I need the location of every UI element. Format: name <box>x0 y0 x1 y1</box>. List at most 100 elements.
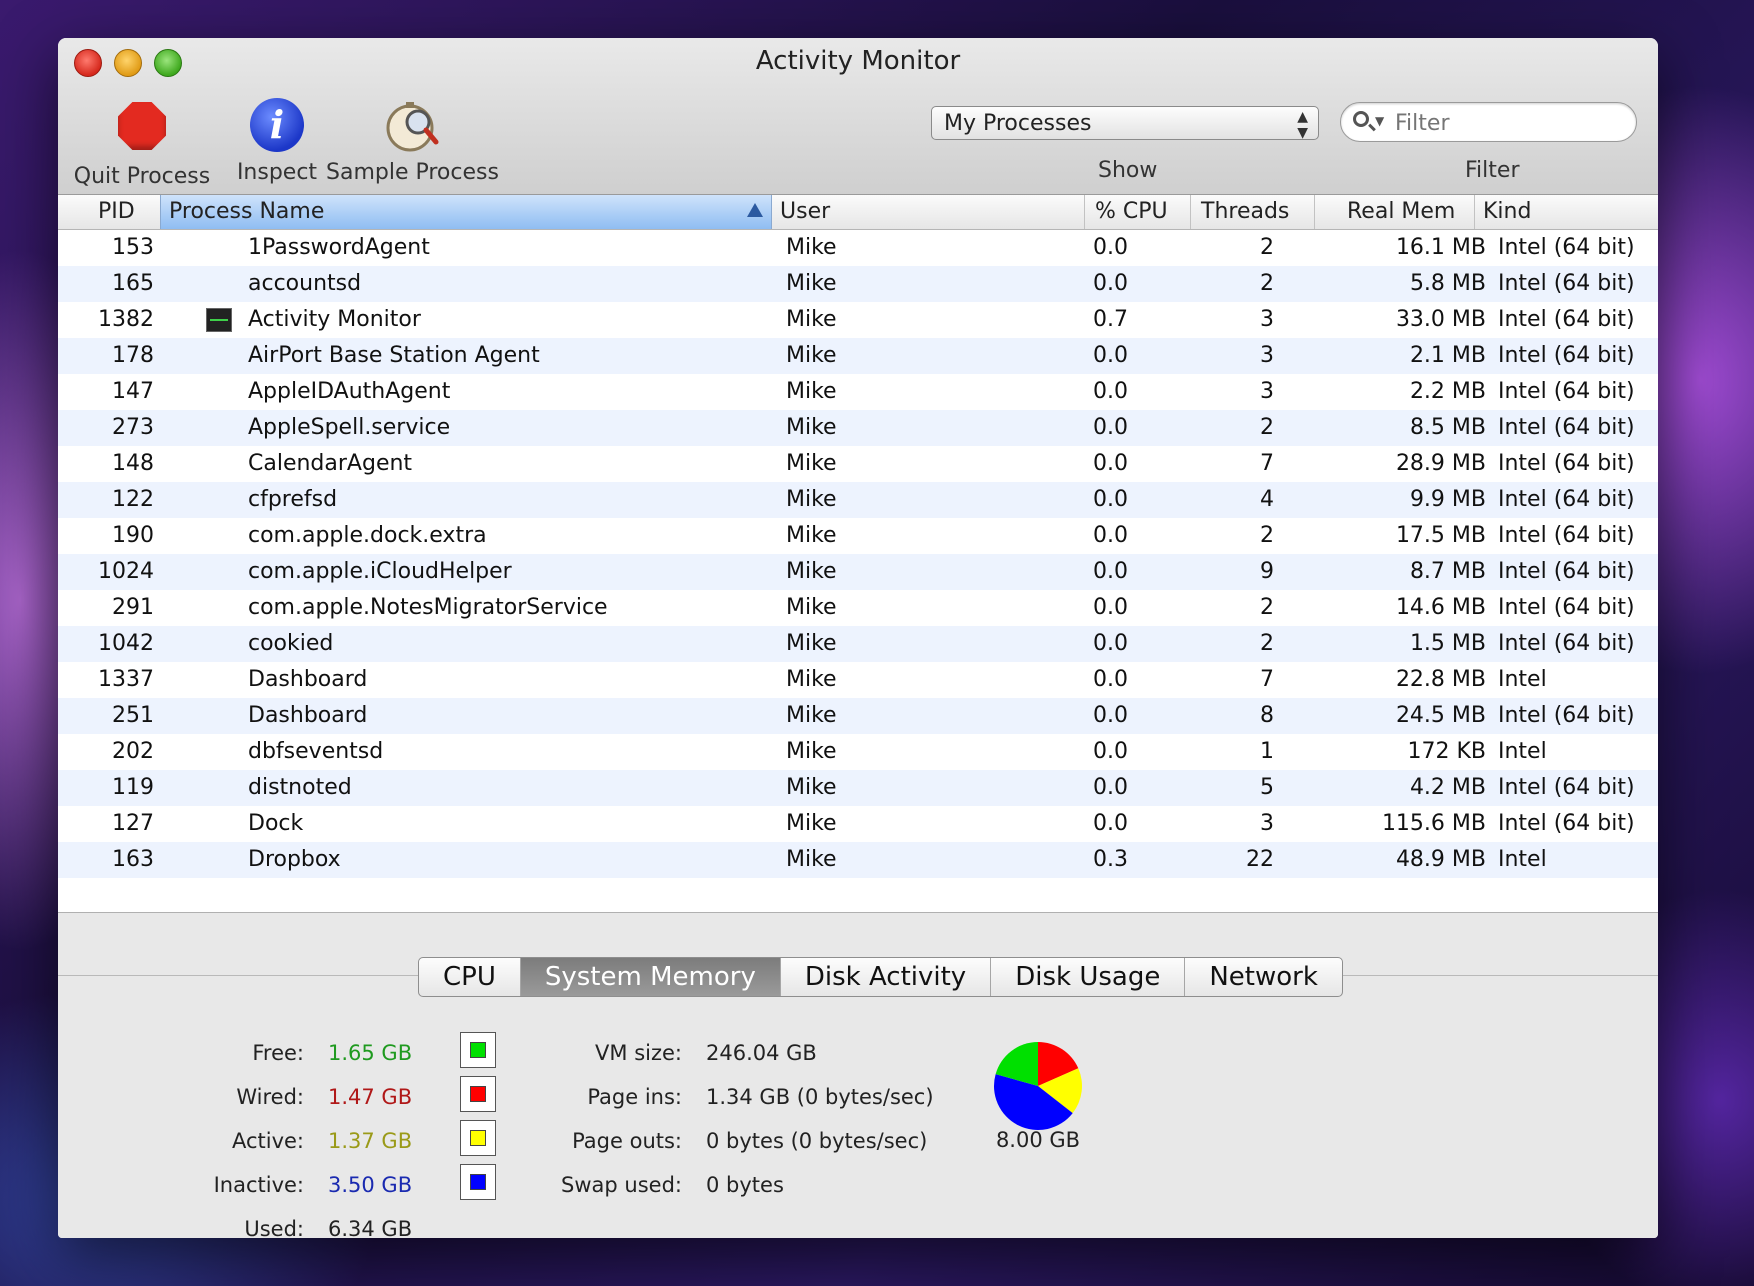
threads-cell: 8 <box>1260 703 1274 728</box>
tab-disk-usage[interactable]: Disk Usage <box>990 958 1184 996</box>
kind-cell: Intel (64 bit) <box>1498 775 1635 800</box>
stop-sign-icon <box>112 102 172 158</box>
real-mem-cell: 14.6 MB <box>1395 595 1486 620</box>
user-cell: Mike <box>786 523 837 548</box>
real-mem-cell: 115.6 MB <box>1381 811 1486 836</box>
user-cell: Mike <box>786 559 837 584</box>
sort-ascending-icon <box>747 203 763 217</box>
free-color-swatch[interactable] <box>460 1032 496 1068</box>
real-mem-cell: 22.8 MB <box>1395 667 1486 692</box>
table-row[interactable]: 165 accountsd Mike 0.0 2 5.8 MB Intel (64 bit) <box>58 266 1658 302</box>
real-mem-cell: 5.8 MB <box>1409 271 1486 296</box>
user-cell: Mike <box>786 811 837 836</box>
table-row[interactable]: 119 distnoted Mike 0.0 5 4.2 MB Intel (64 bit) <box>58 770 1658 806</box>
pid-cell: 1024 <box>98 559 154 584</box>
active-color-swatch[interactable] <box>460 1120 496 1156</box>
kind-cell: Intel (64 bit) <box>1498 235 1635 260</box>
table-row[interactable]: 251 Dashboard Mike 0.0 8 24.5 MB Intel (64 bit… <box>58 698 1658 734</box>
sample-process-button[interactable]: Sample Process <box>326 98 499 185</box>
table-row[interactable]: 122 cfprefsd Mike 0.0 4 9.9 MB Intel (64 bit) <box>58 482 1658 518</box>
swap-used-label: Swap used: <box>561 1173 682 1197</box>
table-row[interactable]: 147 AppleIDAuthAgent Mike 0.0 3 2.2 MB Intel (… <box>58 374 1658 410</box>
chevron-down-icon[interactable]: ▼ <box>1375 114 1384 128</box>
window-title: Activity Monitor <box>755 46 961 76</box>
inactive-value: 3.50 GB <box>328 1173 413 1197</box>
table-row[interactable]: 148 CalendarAgent Mike 0.0 7 28.9 MB Intel (64… <box>58 446 1658 482</box>
used-value: 6.34 GB <box>328 1217 413 1238</box>
threads-cell: 1 <box>1260 739 1274 764</box>
real-mem-cell: 2.1 MB <box>1409 343 1486 368</box>
filter-label: Filter <box>1465 158 1520 183</box>
kind-cell: Intel (64 bit) <box>1498 307 1635 332</box>
process-name-cell: Activity Monitor <box>248 307 421 332</box>
threads-cell: 3 <box>1260 307 1274 332</box>
process-name-cell: dbfseventsd <box>248 739 384 764</box>
cpu-cell: 0.0 <box>1093 487 1128 512</box>
cpu-cell: 0.0 <box>1093 739 1128 764</box>
table-row[interactable]: 153 1PasswordAgent Mike 0.0 2 16.1 MB Intel (6… <box>58 230 1658 266</box>
column-header-process-name-label: Process Name <box>169 199 325 224</box>
user-cell: Mike <box>786 703 837 728</box>
pid-cell: 165 <box>112 271 154 296</box>
wired-color-swatch[interactable] <box>460 1076 496 1112</box>
table-row[interactable]: 1337 Dashboard Mike 0.0 7 22.8 MB Intel <box>58 662 1658 698</box>
kind-cell: Intel (64 bit) <box>1498 451 1635 476</box>
wired-label: Wired: <box>236 1085 304 1109</box>
table-header: PID Process Name User % CPU Threads Real… <box>58 195 1658 230</box>
filter-search-field[interactable]: ▼ <box>1340 102 1637 142</box>
kind-cell: Intel (64 bit) <box>1498 523 1635 548</box>
table-row[interactable]: 178 AirPort Base Station Agent Mike 0.0 3 2.1… <box>58 338 1658 374</box>
real-mem-cell: 172 KB <box>1407 739 1486 764</box>
cpu-cell: 0.0 <box>1093 667 1128 692</box>
column-header-threads[interactable]: Threads <box>1190 195 1314 229</box>
threads-cell: 3 <box>1260 811 1274 836</box>
column-header-real-mem[interactable]: Real Mem <box>1314 195 1474 229</box>
kind-cell: Intel (64 bit) <box>1498 559 1635 584</box>
show-processes-value: My Processes <box>944 111 1092 136</box>
real-mem-cell: 48.9 MB <box>1395 847 1486 872</box>
tab-cpu[interactable]: CPU <box>419 958 520 996</box>
table-row[interactable]: 163 Dropbox Mike 0.3 22 48.9 MB Intel <box>58 842 1658 878</box>
process-name-cell: cookied <box>248 631 334 656</box>
table-row[interactable]: 291 com.apple.NotesMigratorService Mike 0.0… <box>58 590 1658 626</box>
column-header-kind[interactable]: Kind <box>1474 195 1658 229</box>
table-row[interactable]: 202 dbfseventsd Mike 0.0 1 172 KB Intel <box>58 734 1658 770</box>
column-header-user[interactable]: User <box>772 195 1084 229</box>
user-cell: Mike <box>786 307 837 332</box>
table-row[interactable]: 1024 com.apple.iCloudHelper Mike 0.0 9 8.7 MB… <box>58 554 1658 590</box>
inactive-color-swatch[interactable] <box>460 1164 496 1200</box>
table-row[interactable]: 127 Dock Mike 0.0 3 115.6 MB Intel (64 bit) <box>58 806 1658 842</box>
cpu-cell: 0.7 <box>1093 307 1128 332</box>
kind-cell: Intel <box>1498 739 1547 764</box>
tab-disk-activity[interactable]: Disk Activity <box>779 958 990 996</box>
kind-cell: Intel (64 bit) <box>1498 415 1635 440</box>
inspect-button[interactable]: i Inspect <box>228 98 326 185</box>
tab-system-memory[interactable]: System Memory <box>519 958 780 996</box>
process-name-cell: CalendarAgent <box>248 451 413 476</box>
cpu-cell: 0.0 <box>1093 595 1128 620</box>
threads-cell: 3 <box>1260 343 1274 368</box>
search-icon <box>1353 111 1369 127</box>
process-table[interactable]: 153 1PasswordAgent Mike 0.0 2 16.1 MB Intel (6… <box>58 230 1658 912</box>
real-mem-cell: 33.0 MB <box>1395 307 1486 332</box>
column-header-cpu[interactable]: % CPU <box>1084 195 1190 229</box>
table-row[interactable]: 1382 Activity Monitor Mike 0.7 3 33.0 MB Intel… <box>58 302 1658 338</box>
real-mem-cell: 8.7 MB <box>1409 559 1486 584</box>
table-row[interactable]: 1042 cookied Mike 0.0 2 1.5 MB Intel (64 bit) <box>58 626 1658 662</box>
threads-cell: 3 <box>1260 379 1274 404</box>
table-row[interactable]: 190 com.apple.dock.extra Mike 0.0 2 17.5 MB In… <box>58 518 1658 554</box>
column-header-process-name[interactable]: Process Name <box>160 195 772 229</box>
column-header-pid[interactable]: PID <box>58 195 154 229</box>
tab-network[interactable]: Network <box>1184 958 1342 996</box>
user-cell: Mike <box>786 667 837 692</box>
activity-monitor-window: Activity Monitor Quit Process i Inspect … <box>58 38 1658 1238</box>
real-mem-cell: 16.1 MB <box>1395 235 1486 260</box>
table-row[interactable]: 273 AppleSpell.service Mike 0.0 2 8.5 MB Intel… <box>58 410 1658 446</box>
sample-process-label: Sample Process <box>326 160 499 185</box>
show-processes-select[interactable]: My Processes ▲ ▼ <box>931 106 1319 141</box>
threads-cell: 22 <box>1246 847 1274 872</box>
filter-input[interactable] <box>1393 107 1627 139</box>
pid-cell: 190 <box>112 523 154 548</box>
threads-cell: 5 <box>1260 775 1274 800</box>
quit-process-button[interactable]: Quit Process <box>72 98 212 189</box>
